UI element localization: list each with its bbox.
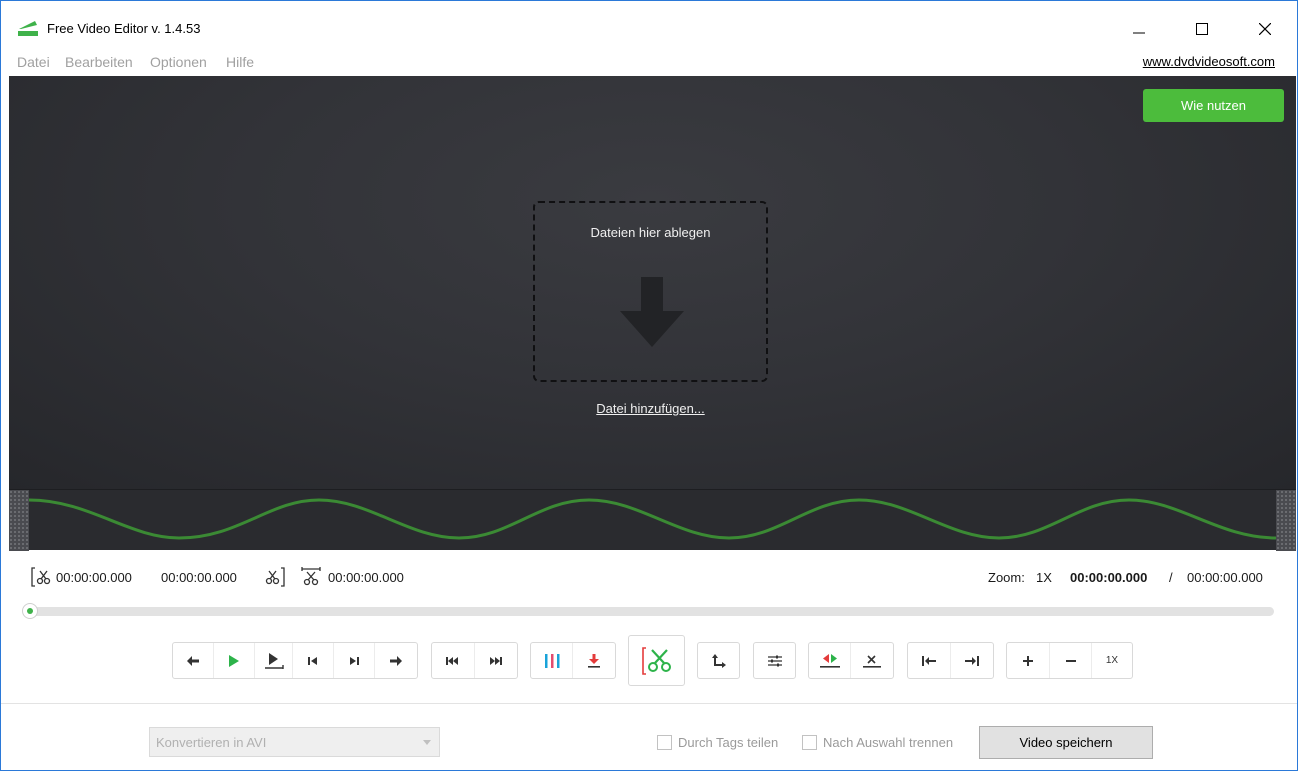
maximize-button[interactable] xyxy=(1179,11,1225,47)
menu-datei[interactable]: Datei xyxy=(17,54,50,70)
menu-optionen[interactable]: Optionen xyxy=(150,54,207,70)
align-end-icon xyxy=(964,655,979,666)
bottom-divider xyxy=(1,703,1297,704)
cut-end-time: 00:00:00.000 xyxy=(161,570,237,585)
cut-length-icon xyxy=(301,567,321,586)
cut-start-time: 00:00:00.000 xyxy=(56,570,132,585)
rotate-button[interactable] xyxy=(698,643,739,678)
time-info-bar: 00:00:00.000 00:00:00.000 00:00:00.000 Z… xyxy=(1,561,1297,591)
current-time: 00:00:00.000 xyxy=(1070,570,1148,585)
timeline-left-handle[interactable] xyxy=(9,490,29,551)
menu-bar: Datei Bearbeiten Optionen Hilfe www.dvdv… xyxy=(1,47,1297,76)
split-by-selection-label: Nach Auswahl trennen xyxy=(823,735,954,750)
marker-nav-controls xyxy=(431,642,518,679)
scissors-icon xyxy=(641,646,671,675)
go-start-button[interactable] xyxy=(293,643,334,678)
format-select[interactable]: Konvertieren in AVI xyxy=(149,727,440,757)
zoom-in-button[interactable] xyxy=(1007,643,1050,678)
cut-button[interactable] xyxy=(628,635,685,686)
zoom-label: Zoom: xyxy=(988,570,1025,585)
prev-marker-button[interactable] xyxy=(432,643,475,678)
drop-zone-label: Dateien hier ablegen xyxy=(590,225,711,240)
go-end-button[interactable] xyxy=(334,643,375,678)
format-select-value: Konvertieren in AVI xyxy=(156,735,267,750)
website-link[interactable]: www.dvdvideosoft.com xyxy=(1143,54,1275,69)
video-preview-area[interactable]: Wie nutzen Dateien hier ablegen Datei hi… xyxy=(9,76,1296,489)
arrow-right-icon xyxy=(390,655,402,666)
marker-down-icon xyxy=(588,653,600,668)
skip-start-icon xyxy=(308,656,317,665)
sliders-icon xyxy=(767,655,782,666)
arrow-left-icon xyxy=(187,655,199,666)
settings-controls xyxy=(753,642,796,679)
skip-end-icon xyxy=(350,656,359,665)
plus-icon xyxy=(1023,655,1033,666)
timeline-right-handle[interactable] xyxy=(1276,490,1296,551)
adjust-button[interactable] xyxy=(754,643,795,678)
close-icon xyxy=(1259,23,1271,35)
cut-start-icon[interactable] xyxy=(29,565,53,589)
time-separator: / xyxy=(1169,570,1173,585)
next-frame-button[interactable] xyxy=(375,643,417,678)
move-to-start-button[interactable] xyxy=(908,643,951,678)
close-button[interactable] xyxy=(1242,11,1288,47)
invert-selection-button[interactable] xyxy=(809,643,852,678)
menu-hilfe[interactable]: Hilfe xyxy=(226,54,254,70)
rotate-controls xyxy=(697,642,740,679)
split-by-tags-label: Durch Tags teilen xyxy=(678,735,779,750)
clear-selection-icon xyxy=(863,654,881,668)
how-to-use-button[interactable]: Wie nutzen xyxy=(1143,89,1284,122)
cut-length-time: 00:00:00.000 xyxy=(328,570,404,585)
prev-frame-button[interactable] xyxy=(173,643,214,678)
waveform-graphic xyxy=(29,498,1276,540)
timeline-strip[interactable] xyxy=(9,489,1296,551)
remove-marker-button[interactable] xyxy=(573,643,615,678)
marker-bars-icon xyxy=(544,653,559,668)
zoom-reset-button[interactable]: 1X xyxy=(1092,643,1132,678)
invert-selection-icon xyxy=(819,653,840,668)
zoom-controls: 1X xyxy=(1006,642,1133,679)
edge-controls xyxy=(907,642,994,679)
add-marker-button[interactable] xyxy=(531,643,574,678)
total-time: 00:00:00.000 xyxy=(1187,570,1263,585)
marker-edit-controls xyxy=(530,642,616,679)
maximize-icon xyxy=(1196,23,1208,35)
zoom-out-button[interactable] xyxy=(1050,643,1092,678)
app-window: Free Video Editor v. 1.4.53 Datei Bearbe… xyxy=(0,0,1298,771)
title-bar: Free Video Editor v. 1.4.53 xyxy=(1,1,1297,47)
minus-icon xyxy=(1065,659,1076,662)
play-button[interactable] xyxy=(214,643,255,678)
play-selection-button[interactable] xyxy=(255,643,293,678)
download-arrow-icon xyxy=(620,277,684,347)
selection-controls xyxy=(808,642,894,679)
zoom-value: 1X xyxy=(1036,570,1052,585)
playback-controls xyxy=(172,642,418,679)
position-slider-knob[interactable] xyxy=(22,603,38,619)
chevron-down-icon xyxy=(423,740,431,745)
save-video-button[interactable]: Video speichern xyxy=(979,726,1153,759)
split-by-tags-checkbox[interactable] xyxy=(657,735,672,750)
play-icon xyxy=(229,654,239,667)
move-to-end-button[interactable] xyxy=(951,643,994,678)
minimize-button[interactable] xyxy=(1116,11,1162,47)
app-logo-icon xyxy=(18,21,38,36)
next-marker-button[interactable] xyxy=(475,643,518,678)
cut-end-icon[interactable] xyxy=(263,565,287,589)
drop-zone[interactable]: Dateien hier ablegen xyxy=(533,201,768,382)
menu-bearbeiten[interactable]: Bearbeiten xyxy=(65,54,133,70)
fast-forward-icon xyxy=(490,656,503,665)
split-by-selection-checkbox[interactable] xyxy=(802,735,817,750)
position-slider-track[interactable] xyxy=(27,607,1274,616)
rewind-icon xyxy=(446,656,459,665)
add-file-link[interactable]: Datei hinzufügen... xyxy=(533,401,768,416)
minimize-icon xyxy=(1133,32,1145,34)
align-start-icon xyxy=(921,655,936,666)
rotate-arrow-icon xyxy=(711,653,726,668)
play-selection-icon xyxy=(264,652,284,669)
window-title: Free Video Editor v. 1.4.53 xyxy=(47,21,201,36)
clear-selection-button[interactable] xyxy=(851,643,893,678)
